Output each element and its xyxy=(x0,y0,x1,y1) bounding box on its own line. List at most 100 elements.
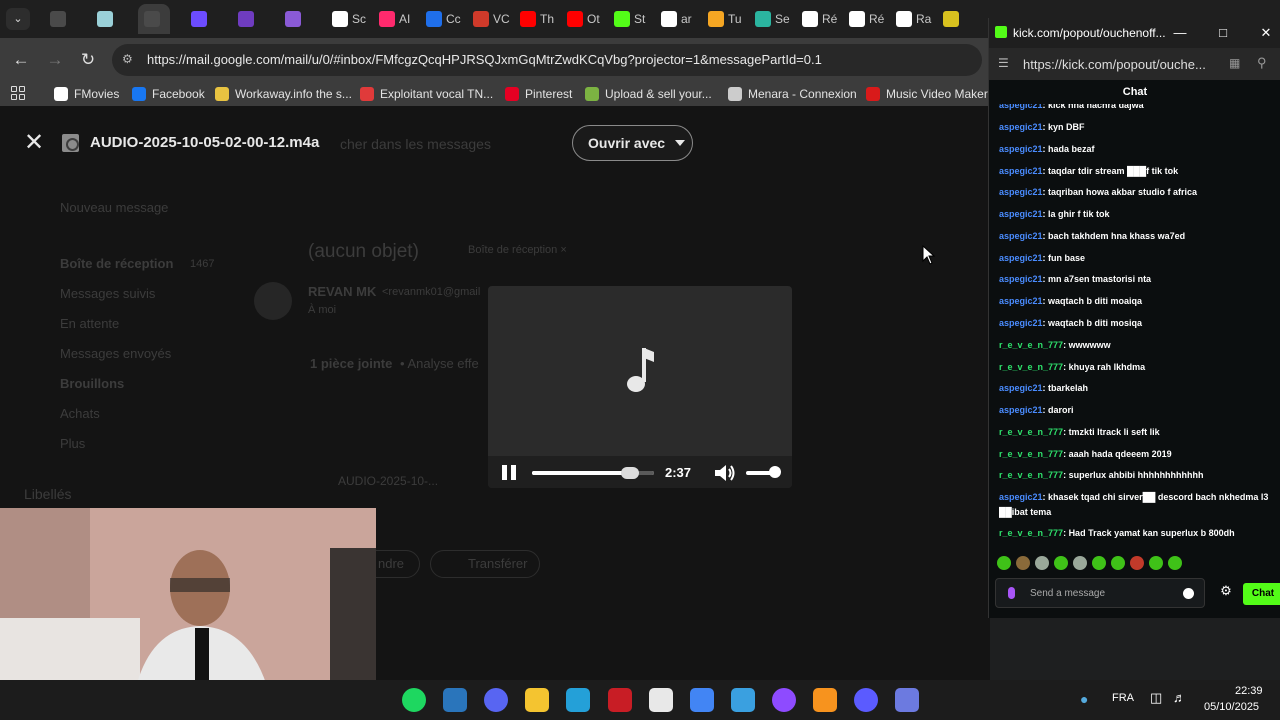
emote-icon[interactable] xyxy=(1073,556,1087,570)
chat-username[interactable]: r_e_v_e_n_777 xyxy=(999,449,1063,459)
browser-tab[interactable]: Ot xyxy=(561,4,606,34)
close-preview-button[interactable]: ✕ xyxy=(24,131,44,155)
browser-tab[interactable] xyxy=(279,4,311,34)
browser-tab[interactable]: Tu xyxy=(702,4,748,34)
back-button[interactable]: ← xyxy=(10,49,32,71)
emote-icon[interactable] xyxy=(997,556,1011,570)
browser-tab[interactable] xyxy=(44,4,76,34)
chat-message-input[interactable]: Send a message xyxy=(995,578,1205,608)
chat-send-button[interactable]: Chat xyxy=(1243,583,1280,605)
chat-username[interactable]: aspegic21 xyxy=(999,274,1043,284)
emote-icon[interactable] xyxy=(1149,556,1163,570)
browser-tab[interactable]: VC xyxy=(467,4,516,34)
chat-username[interactable]: r_e_v_e_n_777 xyxy=(999,427,1063,437)
chat-username[interactable]: r_e_v_e_n_777 xyxy=(999,528,1063,538)
emote-icon[interactable] xyxy=(1130,556,1144,570)
attachment-name[interactable]: AUDIO-2025-10-... xyxy=(338,474,438,488)
search-icon[interactable]: ⚲ xyxy=(1257,55,1267,71)
bookmark-item[interactable]: Facebook xyxy=(132,85,205,103)
gmail-nav-item[interactable]: Plus xyxy=(60,436,85,451)
browser-tab[interactable]: Ré xyxy=(843,4,890,34)
network-icon[interactable]: ◫ xyxy=(1150,690,1162,706)
chat-username[interactable]: aspegic21 xyxy=(999,253,1043,263)
site-settings-icon[interactable]: ☰ xyxy=(998,56,1009,70)
close-icon[interactable]: ✕ xyxy=(1257,24,1275,42)
gmail-nav-item[interactable]: Achats xyxy=(60,406,100,421)
chat-username[interactable]: aspegic21 xyxy=(999,405,1043,415)
browser-tab[interactable] xyxy=(232,4,264,34)
bookmark-item[interactable]: Menara - Connexion xyxy=(728,85,857,103)
bookmark-item[interactable]: Workaway.info the s... xyxy=(215,85,352,103)
emote-icon[interactable] xyxy=(1054,556,1068,570)
minimize-icon[interactable]: — xyxy=(1171,24,1189,42)
monitor-icon[interactable] xyxy=(566,688,590,712)
browser-tab[interactable]: Sc xyxy=(326,4,372,34)
chat-username[interactable]: aspegic21 xyxy=(999,166,1043,176)
chat-username[interactable]: aspegic21 xyxy=(999,231,1043,241)
gmail-nav-item[interactable]: En attente xyxy=(60,316,119,331)
chat-username[interactable]: aspegic21 xyxy=(999,492,1043,502)
translate-icon[interactable]: ▦ xyxy=(1229,56,1240,70)
emote-icon[interactable] xyxy=(1092,556,1106,570)
bookmark-item[interactable]: Music Video Maker xyxy=(866,85,988,103)
browser-tab[interactable] xyxy=(185,4,217,34)
emote-icon[interactable] xyxy=(1168,556,1182,570)
browser-tab[interactable]: Se xyxy=(749,4,796,34)
affinity-icon[interactable] xyxy=(772,688,796,712)
emote-icon[interactable] xyxy=(1111,556,1125,570)
clock-time[interactable]: 22:39 xyxy=(1235,685,1263,697)
gmail-nav-item[interactable]: Brouillons xyxy=(60,376,124,391)
gmail-nav-item[interactable]: Boîte de réception xyxy=(60,256,173,271)
emote-icon[interactable] xyxy=(1016,556,1030,570)
maximize-icon[interactable]: □ xyxy=(1214,24,1232,42)
microphone-tray-icon[interactable]: ● xyxy=(1080,691,1088,707)
browser-tab[interactable]: ar xyxy=(655,4,698,34)
chat-username[interactable]: aspegic21 xyxy=(999,122,1043,132)
chat-username[interactable]: aspegic21 xyxy=(999,187,1043,197)
cortana-icon[interactable] xyxy=(854,688,878,712)
speaker-icon[interactable]: ♬ xyxy=(1173,690,1186,705)
emote-icon[interactable] xyxy=(1035,556,1049,570)
browser-tab[interactable] xyxy=(91,4,123,34)
browser-tab[interactable]: Ra xyxy=(890,4,937,34)
chat-username[interactable]: r_e_v_e_n_777 xyxy=(999,340,1063,350)
steam-icon[interactable] xyxy=(443,688,467,712)
browser-tab[interactable]: Ré xyxy=(796,4,843,34)
browser-tab[interactable] xyxy=(937,4,969,34)
tab-search-button[interactable]: ⌄ xyxy=(6,8,30,30)
clock-date[interactable]: 05/10/2025 xyxy=(1204,701,1259,713)
chat-username[interactable]: aspegic21 xyxy=(999,318,1043,328)
bookmark-item[interactable]: Exploitant vocal TN... xyxy=(360,85,493,103)
open-with-button[interactable]: Ouvrir avec xyxy=(572,125,693,161)
chat-username[interactable]: aspegic21 xyxy=(999,104,1043,110)
chrome-icon[interactable] xyxy=(690,688,714,712)
browser-tab[interactable]: St xyxy=(608,4,651,34)
vscode-icon[interactable] xyxy=(731,688,755,712)
chat-settings-gear-icon[interactable]: ⚙ xyxy=(1219,584,1233,598)
bookmark-item[interactable]: Pinterest xyxy=(505,85,572,103)
seek-bar[interactable] xyxy=(532,467,654,479)
chat-username[interactable]: r_e_v_e_n_777 xyxy=(999,362,1063,372)
bookmark-item[interactable]: Upload & sell your... xyxy=(585,85,712,103)
reload-button[interactable]: ↻ xyxy=(77,49,99,71)
volume-thumb[interactable] xyxy=(768,466,781,478)
volume-icon[interactable] xyxy=(714,464,736,482)
compose-button[interactable]: Nouveau message xyxy=(60,200,168,215)
emoji-icon[interactable] xyxy=(1183,588,1194,599)
chat-username[interactable]: r_e_v_e_n_777 xyxy=(999,470,1063,480)
browser-tab[interactable]: Th xyxy=(514,4,560,34)
bookmark-item[interactable]: FMovies xyxy=(54,85,119,103)
forward-button[interactable]: → xyxy=(44,49,66,71)
chat-username[interactable]: aspegic21 xyxy=(999,296,1043,306)
site-info-icon[interactable]: ⚙ xyxy=(122,52,138,68)
chat-username[interactable]: aspegic21 xyxy=(999,209,1043,219)
address-bar[interactable]: ⚙ https://mail.google.com/mail/u/0/#inbo… xyxy=(112,44,982,76)
volume-slider[interactable] xyxy=(746,466,781,478)
browser-tab[interactable]: AI xyxy=(373,4,416,34)
seek-thumb[interactable] xyxy=(620,467,639,479)
app-red-icon[interactable] xyxy=(608,688,632,712)
chat-username[interactable]: aspegic21 xyxy=(999,144,1043,154)
fl-studio-icon[interactable] xyxy=(813,688,837,712)
app-recorder-icon[interactable] xyxy=(649,688,673,712)
chat-username[interactable]: aspegic21 xyxy=(999,383,1043,393)
